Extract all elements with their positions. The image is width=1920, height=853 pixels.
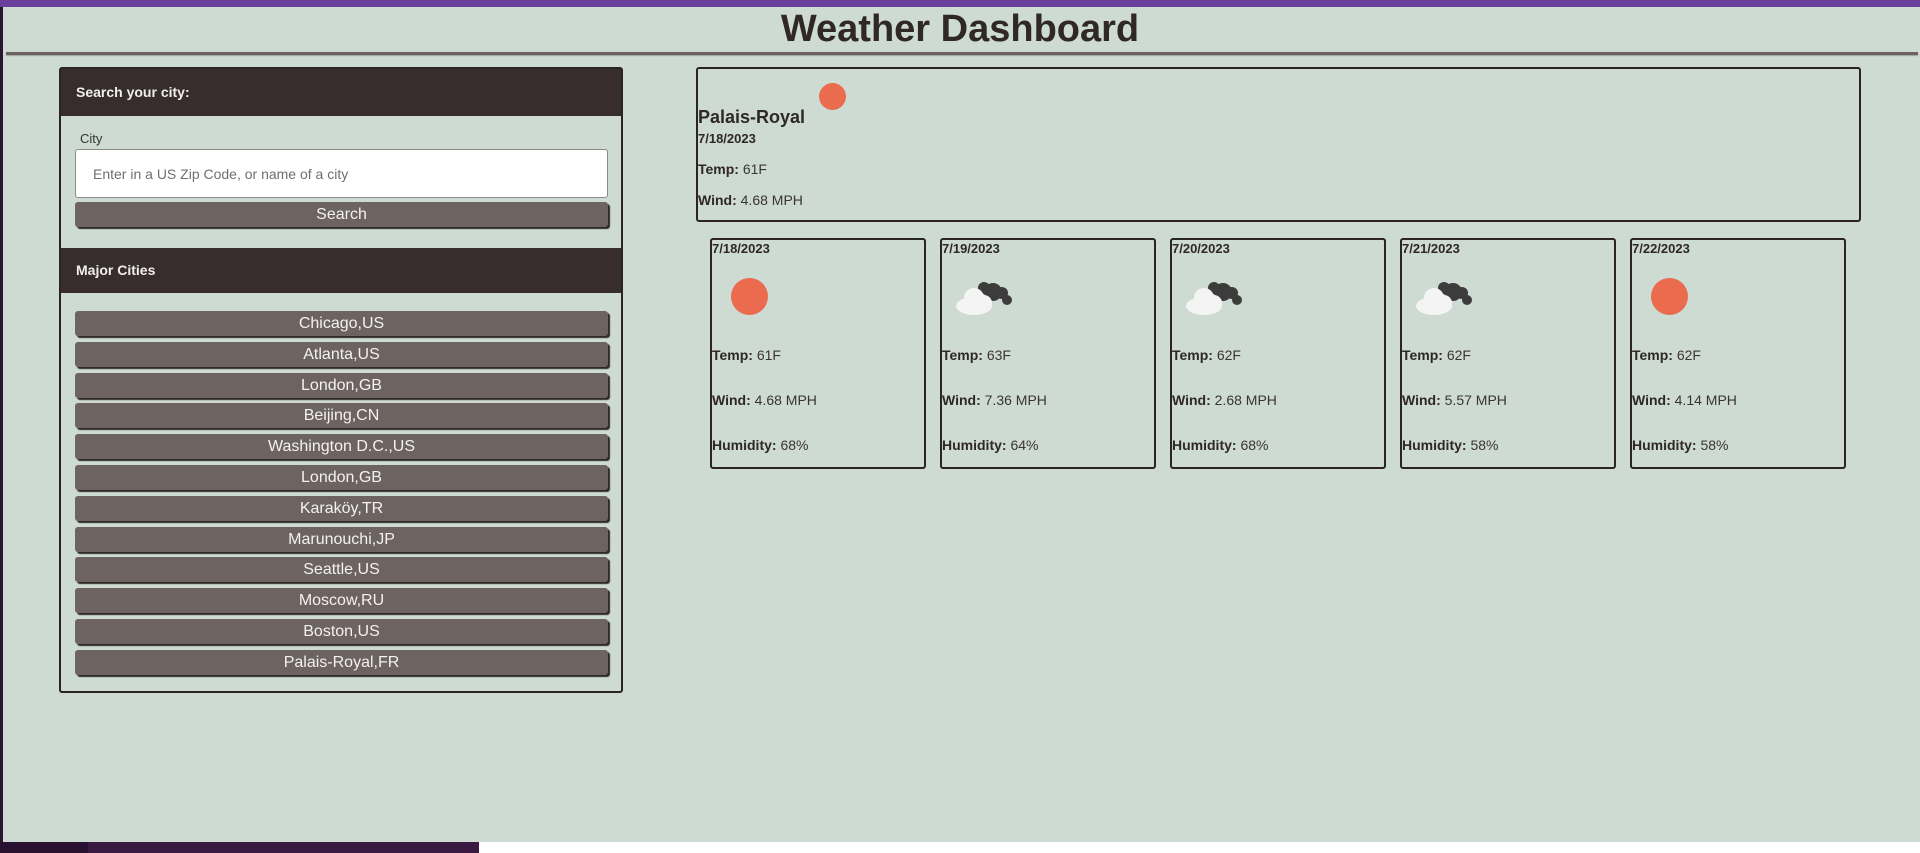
search-panel: Search your city: City Search Major Citi… xyxy=(59,67,623,693)
wind-label: Wind: xyxy=(712,392,751,408)
forecast-card: 7/20/2023 Temp: 62F Wind: 2.68 MPH Humidity… xyxy=(1170,238,1386,469)
forecast-wind-value: 7.36 MPH xyxy=(984,392,1047,408)
forecast-card: 7/21/2023 Temp: 62F Wind: 5.57 MPH Humidity… xyxy=(1400,238,1616,469)
forecast-humidity: Humidity: 68% xyxy=(1172,437,1268,453)
forecast-humidity-value: 68% xyxy=(780,437,809,453)
forecast-humidity-value: 68% xyxy=(1240,437,1269,453)
city-button[interactable]: Chicago,US xyxy=(75,311,608,336)
forecast-temp-value: 62F xyxy=(1216,347,1241,363)
forecast-card: 7/18/2023 Temp: 61F Wind: 4.68 MPH Humidity… xyxy=(710,238,926,469)
temp-label: Temp: xyxy=(1632,347,1673,363)
page-title: Weather Dashboard xyxy=(780,8,1140,50)
header-divider xyxy=(6,52,1918,55)
taskbar-strip-segment xyxy=(88,842,479,853)
city-button[interactable]: Karaköy,TR xyxy=(75,495,608,521)
city-search-input[interactable] xyxy=(75,149,608,198)
current-temp-value: 61F xyxy=(742,161,767,177)
forecast-wind: Wind: 7.36 MPH xyxy=(942,392,1047,408)
forecast-temp: Temp: 61F xyxy=(712,347,781,363)
forecast-date: 7/21/2023 xyxy=(1402,241,1460,256)
temp-label: Temp: xyxy=(1402,347,1443,363)
city-button[interactable]: London,GB xyxy=(75,465,608,490)
forecast-humidity-value: 64% xyxy=(1010,437,1039,453)
city-button[interactable]: Atlanta,US xyxy=(75,341,608,367)
forecast-wind-value: 4.68 MPH xyxy=(754,392,817,408)
forecast-date: 7/18/2023 xyxy=(712,241,770,256)
humidity-label: Humidity: xyxy=(942,437,1007,453)
forecast-humidity-value: 58% xyxy=(1470,437,1499,453)
city-button[interactable]: London,GB xyxy=(75,372,608,398)
wind-label: Wind: xyxy=(1402,392,1441,408)
sun-icon xyxy=(819,83,846,110)
wind-label: Wind: xyxy=(942,392,981,408)
forecast-temp: Temp: 62F xyxy=(1402,347,1471,363)
wind-label: Wind: xyxy=(698,192,737,208)
forecast-temp: Temp: 62F xyxy=(1632,347,1701,363)
forecast-date: 7/19/2023 xyxy=(942,241,1000,256)
city-button[interactable]: Palais-Royal,FR xyxy=(75,649,608,675)
current-wind: Wind: 4.68 MPH xyxy=(698,192,803,208)
current-weather-card: Palais-Royal 7/18/2023 Temp: 61F Wind: 4… xyxy=(696,67,1861,222)
humidity-label: Humidity: xyxy=(1632,437,1697,453)
city-button[interactable]: Washington D.C.,US xyxy=(75,434,608,460)
temp-label: Temp: xyxy=(712,347,753,363)
city-label: City xyxy=(80,131,103,146)
forecast-wind-value: 2.68 MPH xyxy=(1214,392,1277,408)
city-button[interactable]: Boston,US xyxy=(75,619,608,644)
major-cities-heading: Major Cities xyxy=(61,248,621,293)
forecast-temp: Temp: 62F xyxy=(1172,347,1241,363)
forecast-temp-value: 62F xyxy=(1446,347,1471,363)
city-button[interactable]: Seattle,US xyxy=(75,557,608,583)
forecast-date: 7/20/2023 xyxy=(1172,241,1230,256)
forecast-humidity: Humidity: 58% xyxy=(1632,437,1728,453)
forecast-date: 7/22/2023 xyxy=(1632,241,1690,256)
wind-label: Wind: xyxy=(1172,392,1211,408)
city-button[interactable]: Beijing,CN xyxy=(75,403,608,429)
forecast-temp: Temp: 63F xyxy=(942,347,1011,363)
forecast-temp-value: 61F xyxy=(756,347,781,363)
forecast-humidity: Humidity: 58% xyxy=(1402,437,1498,453)
forecast-card: 7/19/2023 Temp: 63F Wind: 7.36 MPH Humidity… xyxy=(940,238,1156,469)
forecast-humidity: Humidity: 64% xyxy=(942,437,1038,453)
current-temp: Temp: 61F xyxy=(698,161,767,177)
sun-icon xyxy=(731,278,768,315)
forecast-wind: Wind: 5.57 MPH xyxy=(1402,392,1507,408)
top-accent-stripe xyxy=(0,0,1920,7)
forecast-wind: Wind: 4.68 MPH xyxy=(712,392,817,408)
humidity-label: Humidity: xyxy=(1172,437,1237,453)
temp-label: Temp: xyxy=(1172,347,1213,363)
forecast-card: 7/22/2023 Temp: 62F Wind: 4.14 MPH Humidity… xyxy=(1630,238,1846,469)
search-button[interactable]: Search xyxy=(75,202,608,227)
forecast-humidity-value: 58% xyxy=(1700,437,1729,453)
search-heading: Search your city: xyxy=(61,69,621,116)
taskbar-strip xyxy=(0,842,479,853)
forecast-wind: Wind: 2.68 MPH xyxy=(1172,392,1277,408)
forecast-temp-value: 62F xyxy=(1676,347,1701,363)
humidity-label: Humidity: xyxy=(712,437,777,453)
humidity-label: Humidity: xyxy=(1402,437,1467,453)
temp-label: Temp: xyxy=(942,347,983,363)
cloud-icon xyxy=(1413,278,1473,316)
forecast-wind-value: 5.57 MPH xyxy=(1444,392,1507,408)
current-date: 7/18/2023 xyxy=(698,131,756,146)
current-wind-value: 4.68 MPH xyxy=(740,192,803,208)
sun-icon xyxy=(1651,278,1688,315)
city-button[interactable]: Moscow,RU xyxy=(75,588,608,614)
forecast-wind-value: 4.14 MPH xyxy=(1674,392,1737,408)
temp-label: Temp: xyxy=(698,161,739,177)
cloud-icon xyxy=(1183,278,1243,316)
cloud-icon xyxy=(953,278,1013,316)
wind-label: Wind: xyxy=(1632,392,1671,408)
forecast-humidity: Humidity: 68% xyxy=(712,437,808,453)
current-city-name: Palais-Royal xyxy=(698,107,806,127)
forecast-wind: Wind: 4.14 MPH xyxy=(1632,392,1737,408)
city-button[interactable]: Marunouchi,JP xyxy=(75,526,608,552)
forecast-temp-value: 63F xyxy=(986,347,1011,363)
